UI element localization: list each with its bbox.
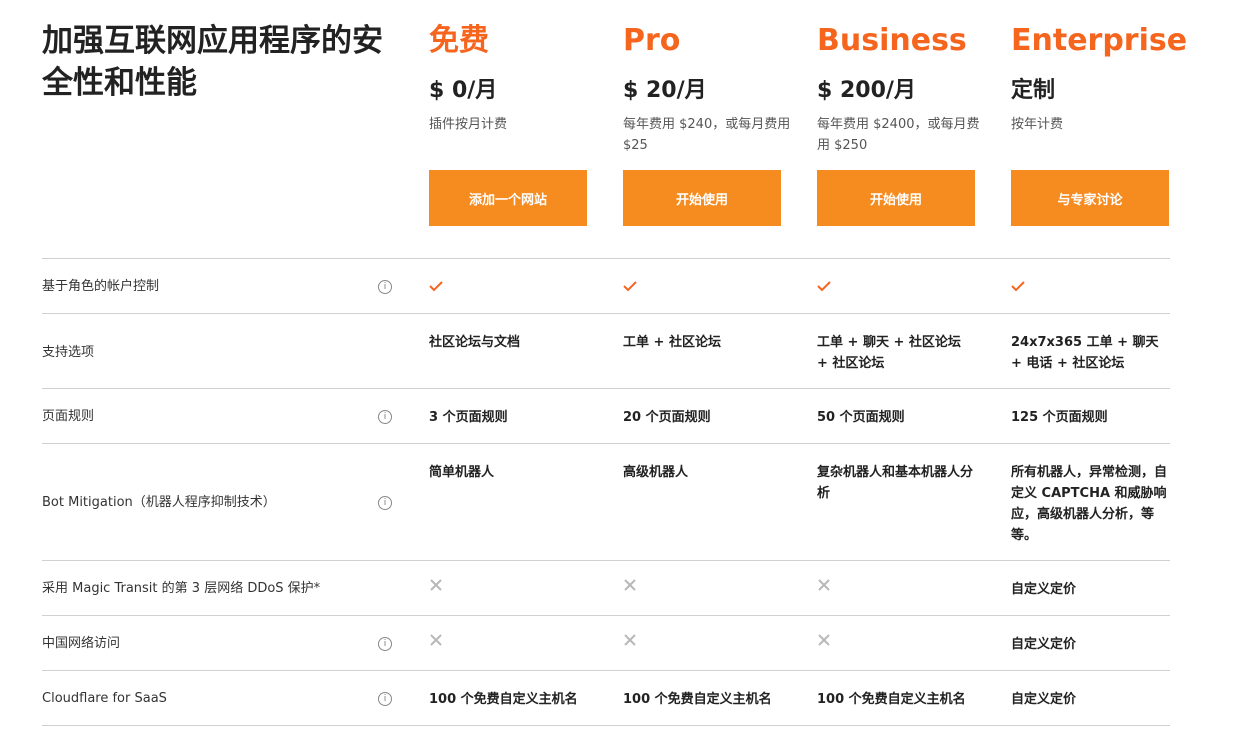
plan-cell: 自定义定价 bbox=[1011, 637, 1077, 652]
plan-cell: 工单 + 聊天 + 社区论坛 + 社区论坛 bbox=[817, 335, 961, 371]
plan-cell: 3 个页面规则 bbox=[429, 410, 508, 425]
feature-row: 中国网络访问 i 自定义定价 bbox=[42, 615, 1170, 670]
feature-label: 基于角色的帐户控制 bbox=[42, 279, 160, 294]
feature-label: Bot Mitigation（机器人程序抑制技术） bbox=[42, 495, 276, 510]
plan-cell: 100 个免费自定义主机名 bbox=[429, 692, 578, 707]
feature-row: 采用 Magic Transit 的第 3 层网络 DDoS 保护* 自定义定价 bbox=[42, 560, 1170, 615]
plan-cell: 自定义定价 bbox=[1011, 692, 1077, 707]
feature-row: 基于角色的帐户控制 i bbox=[42, 258, 1170, 313]
feature-label: Cloudflare for SaaS bbox=[42, 691, 167, 706]
plan-cell: 社区论坛与文档 bbox=[429, 335, 521, 350]
get-started-button[interactable]: 开始使用 bbox=[623, 170, 781, 226]
feature-label: 支持选项 bbox=[42, 345, 95, 360]
plan-cell: 20 个页面规则 bbox=[623, 410, 711, 425]
plan-note: 每年费用 $2400，或每月费用 $250 bbox=[817, 117, 980, 153]
info-icon[interactable]: i bbox=[378, 410, 392, 424]
feature-label: 采用 Magic Transit 的第 3 层网络 DDoS 保护* bbox=[42, 581, 321, 596]
plan-cell: 125 个页面规则 bbox=[1011, 410, 1108, 425]
plan-business: Business $ 200/月 每年费用 $2400，或每月费用 $250 开… bbox=[817, 22, 987, 226]
plan-enterprise: Enterprise 定制 按年计费 与专家讨论 bbox=[1011, 22, 1188, 226]
plan-cell: 100 个免费自定义主机名 bbox=[817, 692, 966, 707]
cross-icon bbox=[430, 579, 442, 591]
plan-cell: 复杂机器人和基本机器人分析 bbox=[817, 465, 974, 501]
plan-price: 定制 bbox=[1011, 78, 1056, 103]
check-icon bbox=[1011, 281, 1025, 292]
plan-price: $ 20/月 bbox=[623, 78, 707, 103]
plan-name: Enterprise bbox=[1011, 23, 1188, 58]
info-icon[interactable]: i bbox=[378, 692, 392, 706]
page-title: 加强互联网应用程序的安全性和性能 bbox=[42, 23, 383, 101]
feature-label: 页面规则 bbox=[42, 409, 95, 424]
plan-cell: 简单机器人 bbox=[429, 465, 495, 480]
feature-table: 基于角色的帐户控制 i 支持选项 社区论坛与文档 工单 + 社区论坛 工单 + 聊天 + … bbox=[42, 258, 1170, 726]
get-started-button[interactable]: 开始使用 bbox=[817, 170, 975, 226]
cross-icon bbox=[624, 634, 636, 646]
plan-cell: 高级机器人 bbox=[623, 465, 689, 480]
cross-icon bbox=[624, 579, 636, 591]
feature-row: 支持选项 社区论坛与文档 工单 + 社区论坛 工单 + 聊天 + 社区论坛 + 社区论… bbox=[42, 313, 1170, 388]
talk-to-expert-button[interactable]: 与专家讨论 bbox=[1011, 170, 1169, 226]
plan-cell: 100 个免费自定义主机名 bbox=[623, 692, 772, 707]
add-site-button[interactable]: 添加一个网站 bbox=[429, 170, 587, 226]
check-icon bbox=[429, 281, 443, 292]
check-icon bbox=[817, 281, 831, 292]
plan-cell: 所有机器人，异常检测，自定义 CAPTCHA 和威胁响应，高级机器人分析，等等。 bbox=[1011, 465, 1168, 543]
plan-pro: Pro $ 20/月 每年费用 $240，或每月费用 $25 开始使用 bbox=[623, 22, 793, 226]
plan-price: $ 0/月 bbox=[429, 78, 498, 103]
plan-note: 每年费用 $240，或每月费用 $25 bbox=[623, 117, 791, 153]
feature-row: Cloudflare for SaaS i 100 个免费自定义主机名 100 个免费… bbox=[42, 670, 1170, 726]
plan-name: Pro bbox=[623, 23, 681, 58]
info-icon[interactable]: i bbox=[378, 280, 392, 294]
plan-free: 免费 $ 0/月 插件按月计费 添加一个网站 bbox=[429, 22, 599, 226]
plan-name: 免费 bbox=[429, 23, 489, 58]
feature-row: 页面规则 i 3 个页面规则 20 个页面规则 50 个页面规则 125 个页面规则 bbox=[42, 388, 1170, 443]
info-icon[interactable]: i bbox=[378, 637, 392, 651]
plan-cell: 自定义定价 bbox=[1011, 582, 1077, 597]
plan-cell: 24x7x365 工单 + 聊天 + 电话 + 社区论坛 bbox=[1011, 335, 1159, 371]
plan-name: Business bbox=[817, 23, 967, 58]
feature-label: 中国网络访问 bbox=[42, 636, 121, 651]
cross-icon bbox=[818, 579, 830, 591]
info-icon[interactable]: i bbox=[378, 496, 392, 510]
check-icon bbox=[623, 281, 637, 292]
feature-row: Bot Mitigation（机器人程序抑制技术） i 简单机器人 高级机器人 复杂机器… bbox=[42, 443, 1170, 560]
plan-price: $ 200/月 bbox=[817, 78, 916, 103]
plan-note: 插件按月计费 bbox=[429, 117, 508, 132]
plan-cell: 工单 + 社区论坛 bbox=[623, 335, 721, 350]
plan-cell: 50 个页面规则 bbox=[817, 410, 905, 425]
plan-note: 按年计费 bbox=[1011, 117, 1064, 132]
cross-icon bbox=[430, 634, 442, 646]
cross-icon bbox=[818, 634, 830, 646]
